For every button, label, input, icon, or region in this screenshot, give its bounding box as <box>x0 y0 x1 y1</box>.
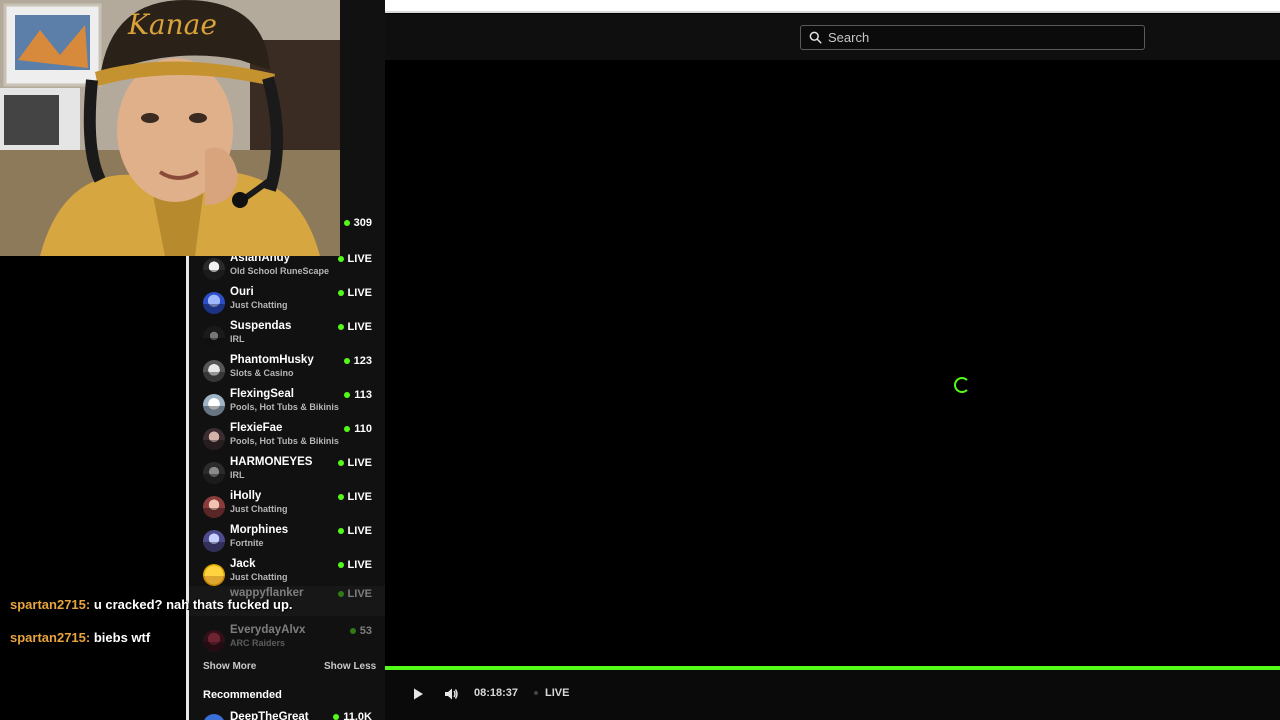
channel-category: Just Chatting <box>230 300 288 310</box>
playback-time: 08:18:37 <box>474 687 519 699</box>
channel-category: Fortnite <box>230 538 264 548</box>
channel-avatar <box>203 326 225 348</box>
sidebar-channel-flexingseal[interactable]: FlexingSeal Pools, Hot Tubs & Bikinis 11… <box>189 387 385 421</box>
viewer-count: 123 <box>343 355 372 367</box>
search-icon <box>809 31 822 44</box>
player-controls: 08:18:37 LIVE <box>385 670 1280 720</box>
channel-category: Just Chatting <box>230 572 288 582</box>
sidebar-channel-ouri[interactable]: Ouri Just Chatting LIVE <box>189 285 385 319</box>
live-indicator-dot <box>534 691 538 695</box>
play-icon <box>414 688 423 700</box>
live-status: LIVE <box>337 287 372 299</box>
live-dot <box>337 324 344 330</box>
channel-avatar <box>203 394 225 416</box>
search-placeholder: Search <box>828 30 870 45</box>
viewer-count: 309 <box>343 217 372 229</box>
chat-text: biebs wtf <box>93 630 151 645</box>
chat-text: u cracked? nah thats fucked up. <box>93 597 293 612</box>
channel-category: IRL <box>230 334 245 344</box>
panel-divider <box>186 256 189 720</box>
show-less-link[interactable]: Show Less <box>324 661 376 672</box>
live-status: LIVE <box>337 457 372 469</box>
channel-avatar <box>203 714 225 720</box>
live-dot <box>337 528 344 534</box>
live-dot <box>337 494 344 500</box>
chat-message: spartan2715: u cracked? nah thats fucked… <box>10 597 370 612</box>
viewer-count: 11.0K <box>333 711 372 720</box>
webcam-image: Kanae <box>0 0 340 256</box>
channel-name: FlexingSeal <box>230 388 294 400</box>
channel-category: Old School RuneScape <box>230 266 330 276</box>
sidebar-channel-phantomhusky[interactable]: PhantomHusky Slots & Casino 123 <box>189 353 385 387</box>
channel-name: FlexieFae <box>230 422 283 434</box>
live-status: LIVE <box>337 491 372 503</box>
sidebar-channel-flexiefae[interactable]: FlexieFae Pools, Hot Tubs & Bikinis 110 <box>189 421 385 455</box>
live-dot <box>337 290 344 296</box>
live-status: LIVE <box>337 253 372 265</box>
live-dot <box>337 460 344 466</box>
volume-button[interactable] <box>442 685 460 703</box>
live-status: LIVE <box>337 559 372 571</box>
live-indicator[interactable]: LIVE <box>534 687 569 699</box>
live-dot <box>343 220 350 226</box>
chat-username[interactable]: spartan2715: <box>10 597 90 612</box>
channel-avatar <box>203 258 225 280</box>
sidebar-channel-iholly[interactable]: iHolly Just Chatting LIVE <box>189 489 385 523</box>
loading-spinner-icon <box>954 377 970 393</box>
sidebar-channel-deepthegreat[interactable]: DeepTheGreat 11.0K <box>189 710 385 720</box>
live-dot <box>344 392 351 398</box>
live-dot <box>337 256 344 262</box>
viewer-count: 113 <box>344 389 372 401</box>
channel-category: Pools, Hot Tubs & Bikinis <box>230 436 339 446</box>
channel-avatar <box>203 564 225 586</box>
chat-message: spartan2715: biebs wtf <box>10 630 370 645</box>
live-status: LIVE <box>337 321 372 333</box>
sidebar-channel-harmoneyes[interactable]: HARMONEYES IRL LIVE <box>189 455 385 489</box>
channel-category: Just Chatting <box>230 504 288 514</box>
browser-address-strip: flanker <box>320 0 1280 13</box>
channel-name: DeepTheGreat <box>230 711 309 720</box>
sidebar-channel-suspendas[interactable]: Suspendas IRL LIVE <box>189 319 385 353</box>
recommended-heading: Recommended <box>203 689 282 701</box>
show-more-link[interactable]: Show More <box>203 661 256 672</box>
live-dot <box>343 358 350 364</box>
chat-panel <box>0 256 186 720</box>
svg-text:Kanae: Kanae <box>127 8 217 41</box>
channel-name: Ouri <box>230 286 254 298</box>
live-status: LIVE <box>337 525 372 537</box>
live-dot <box>344 426 351 432</box>
sidebar-channel-asianandy[interactable]: AsianAndy Old School RuneScape LIVE <box>189 251 385 285</box>
channel-name: Jack <box>230 558 256 570</box>
video-player[interactable] <box>385 60 1280 665</box>
channel-avatar <box>203 428 225 450</box>
channel-name: iHolly <box>230 490 262 502</box>
channel-avatar <box>203 530 225 552</box>
volume-icon <box>445 688 458 700</box>
channel-category: IRL <box>230 470 245 480</box>
live-dot <box>337 562 344 568</box>
channel-avatar <box>203 496 225 518</box>
sidebar-channel-morphines[interactable]: Morphines Fortnite LIVE <box>189 523 385 557</box>
viewer-count: 110 <box>344 423 372 435</box>
channel-name: PhantomHusky <box>230 354 314 366</box>
channel-category: Slots & Casino <box>230 368 294 378</box>
search-input[interactable]: Search <box>800 25 1145 50</box>
live-dot <box>333 714 340 720</box>
webcam-overlay: Kanae <box>0 0 340 256</box>
channel-avatar <box>203 292 225 314</box>
channel-avatar <box>203 462 225 484</box>
channel-name: HARMONEYES <box>230 456 313 468</box>
channel-name: Suspendas <box>230 320 292 332</box>
play-button[interactable] <box>409 685 427 703</box>
chat-username[interactable]: spartan2715: <box>10 630 90 645</box>
channel-name: Morphines <box>230 524 289 536</box>
channel-avatar <box>203 360 225 382</box>
channel-category: Pools, Hot Tubs & Bikinis <box>230 402 339 412</box>
